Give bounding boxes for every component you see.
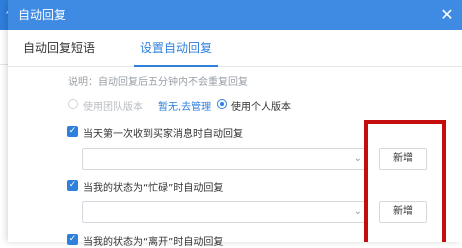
chevron-down-icon: ⌄ [353, 206, 362, 217]
auto-reply-dialog: 自动回复 ✕ 自动回复短语 设置自动回复 说明：自动回复后五分钟内不会重复回复 … [8, 0, 462, 248]
busy-status-label: 当我的状态为“忙碌”时自动回复 [83, 183, 224, 194]
personal-version-radio[interactable] [217, 99, 227, 109]
first-message-label: 当天第一次收到买家消息时自动回复 [83, 129, 243, 140]
busy-status-checkbox[interactable]: ✓ [67, 180, 78, 191]
personal-version-label: 使用个人版本 [231, 102, 291, 113]
close-icon[interactable]: ✕ [438, 6, 456, 24]
instruction-note: 说明：自动回复后五分钟内不会重复回复 [68, 77, 248, 88]
tab-auto-reply-phrases[interactable]: 自动回复短语 [23, 30, 95, 66]
chevron-down-icon: ⌄ [353, 153, 362, 164]
away-status-label: 当我的状态为“离开”时自动回复 [83, 237, 224, 248]
add-busy-reply-button[interactable]: 新增 [379, 201, 427, 223]
add-first-message-reply-button[interactable]: 新增 [379, 148, 427, 170]
away-status-checkbox[interactable]: ✓ [67, 234, 78, 245]
settings-panel: 说明：自动回复后五分钟内不会重复回复 使用团队版本 暂无,去管理 使用个人版本 … [8, 67, 462, 248]
first-message-checkbox[interactable]: ✓ [67, 126, 78, 137]
busy-status-reply-select[interactable]: ⌄ [82, 201, 366, 223]
team-version-label: 使用团队版本 [83, 102, 143, 113]
dialog-header: 自动回复 ✕ [8, 0, 462, 30]
tab-auto-reply-settings[interactable]: 设置自动回复 [133, 30, 219, 67]
manage-team-link[interactable]: 暂无,去管理 [158, 98, 211, 113]
first-message-reply-select[interactable]: ⌄ [82, 148, 366, 170]
team-version-radio[interactable] [68, 99, 78, 109]
dialog-title: 自动回复 [18, 8, 67, 22]
tab-bar: 自动回复短语 设置自动回复 [8, 30, 462, 67]
